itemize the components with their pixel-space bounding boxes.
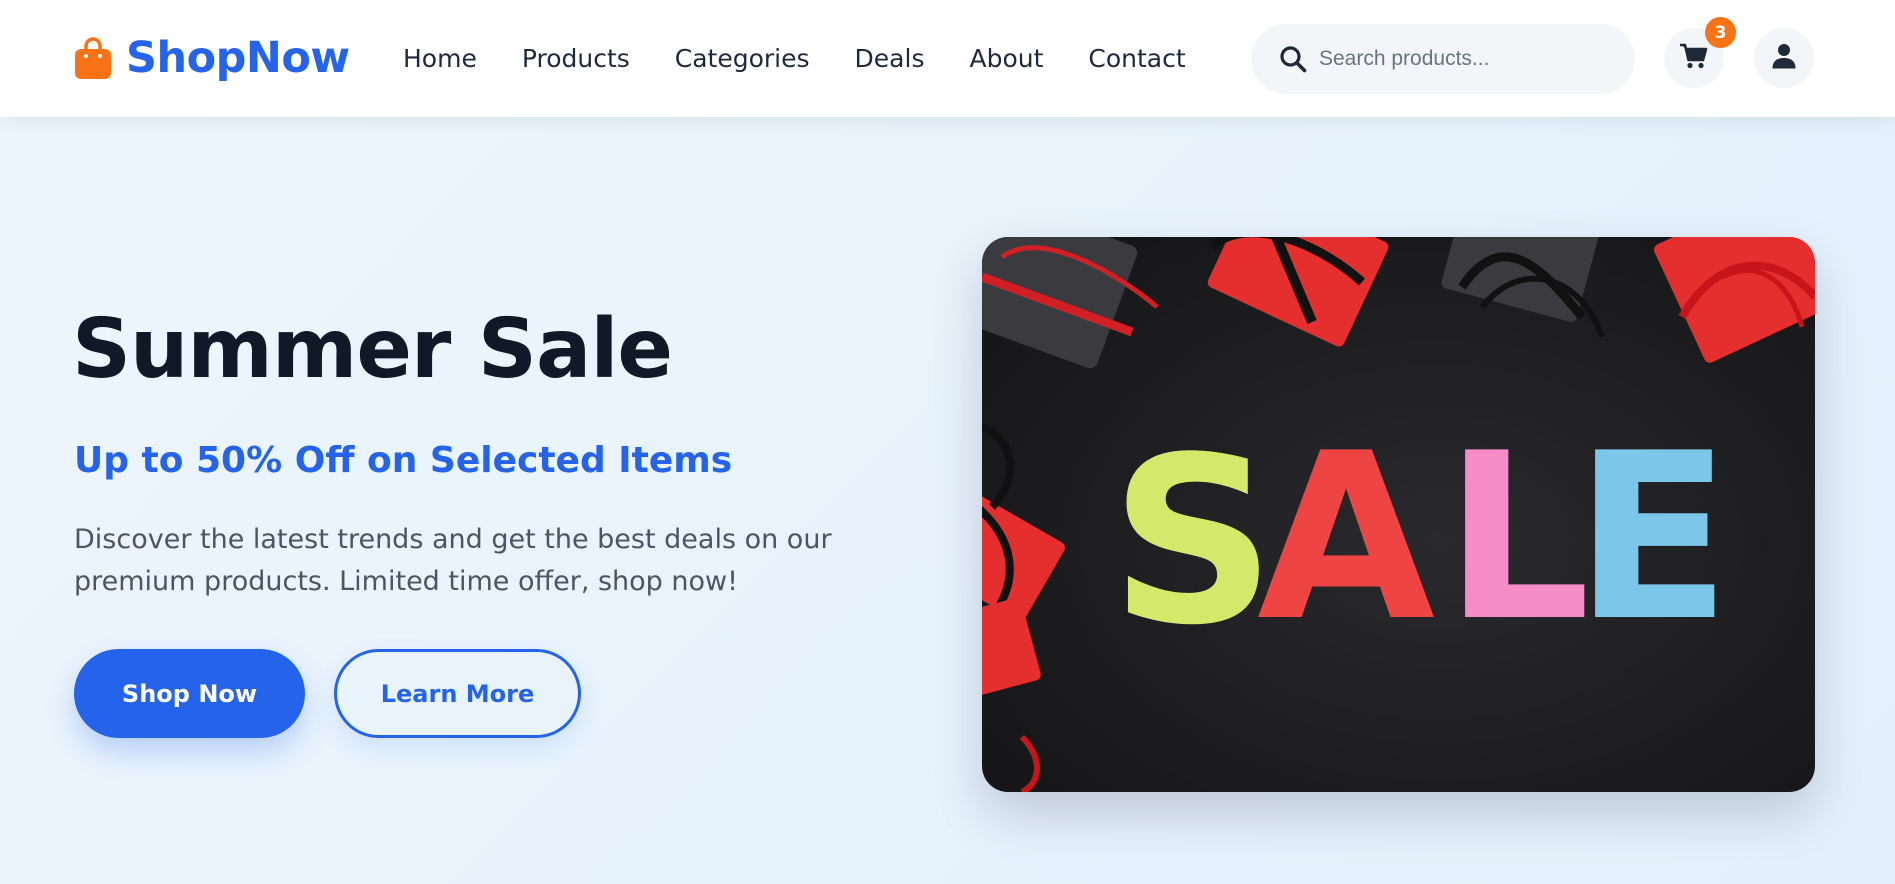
search-icon[interactable] [1279, 45, 1307, 73]
cart-count-badge: 3 [1705, 17, 1736, 48]
hero-title: Summer Sale [72, 302, 673, 397]
brand-name: ShopNow [126, 33, 350, 83]
nav-deals[interactable]: Deals [855, 44, 925, 73]
sale-banner-image: S A L E [982, 237, 1815, 792]
learn-more-button[interactable]: Learn More [334, 649, 581, 738]
hero-description: Discover the latest trends and get the b… [74, 524, 832, 597]
hero-subtitle: Up to 50% Off on Selected Items [74, 440, 733, 481]
nav-home[interactable]: Home [403, 44, 477, 73]
sale-letter-e: E [1574, 405, 1731, 672]
hero-section: Summer Sale Up to 50% Off on Selected It… [0, 117, 1895, 884]
sale-letter-s: S [1110, 409, 1276, 676]
cart-icon [1679, 43, 1708, 73]
account-button[interactable] [1754, 28, 1814, 88]
shop-now-button[interactable]: Shop Now [74, 649, 305, 738]
brand-logo[interactable]: ShopNow [74, 33, 350, 83]
search-bar [1251, 24, 1635, 94]
user-icon [1772, 43, 1796, 73]
nav-contact[interactable]: Contact [1088, 44, 1185, 73]
nav-about[interactable]: About [969, 44, 1043, 73]
nav-categories[interactable]: Categories [675, 44, 810, 73]
main-nav: Home Products Categories Deals About Con… [403, 38, 1186, 78]
sale-letter-l: L [1444, 405, 1591, 672]
site-header: ShopNow Home Products Categories Deals A… [0, 0, 1895, 117]
sale-letter-a: A [1257, 405, 1435, 672]
nav-products[interactable]: Products [522, 44, 630, 73]
shopping-bag-icon [74, 36, 112, 80]
search-input[interactable] [1319, 47, 1609, 71]
